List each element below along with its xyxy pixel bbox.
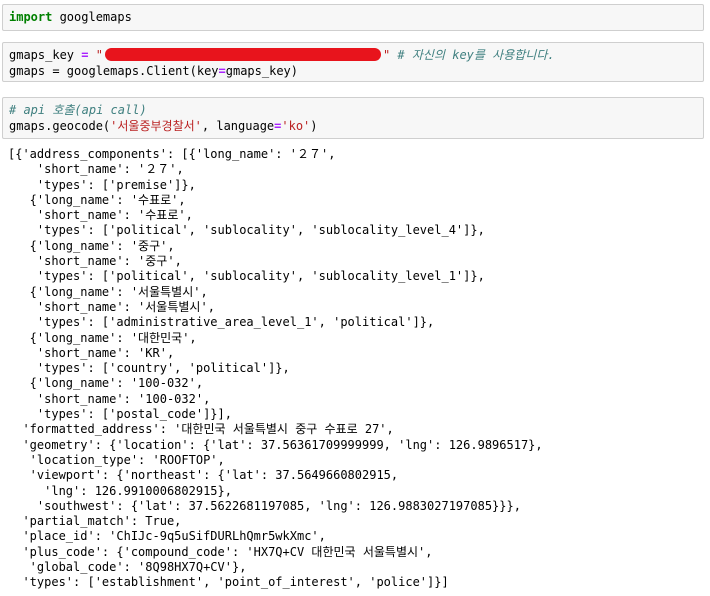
output-line: 'types': ['administrative_area_level_1',… xyxy=(8,315,435,330)
output-line: 'viewport': {'northeast': {'lat': 37.564… xyxy=(8,468,399,483)
output-line: 'formatted_address': '대한민국 서울특별시 중구 수표로 … xyxy=(8,422,394,437)
output-line: 'location_type': 'ROOFTOP', xyxy=(8,452,225,467)
code-text: gmaps_key) xyxy=(225,64,298,78)
variable-name: gmaps_key xyxy=(9,48,75,62)
output-line: 'short_name': '중구', xyxy=(8,254,182,269)
output-line: 'short_name': '서울특별시', xyxy=(8,299,215,314)
output-line: 'global_code': '8Q98HX7Q+CV'}, xyxy=(8,560,247,575)
code-text: , language xyxy=(201,119,275,133)
output-line: 'types': ['premise']}, xyxy=(8,177,196,192)
code-cell-client[interactable]: gmaps_key = " " # 자신의 key를 사용합니다. gmaps =… xyxy=(2,42,704,82)
output-line: 'southwest': {'lat': 37.5622681197085, '… xyxy=(8,498,521,513)
output-line: 'lng': 126.9910006802915}, xyxy=(8,483,232,498)
code-comment: # api 호출(api call) xyxy=(9,103,147,117)
output-line: 'types': ['political', 'sublocality', 's… xyxy=(8,269,485,284)
output-line: 'types': ['postal_code']}], xyxy=(8,407,232,422)
code-line-geocode: gmaps.geocode('서울중부경찰서', language='ko') xyxy=(9,119,318,134)
output-line: 'short_name': '수표로', xyxy=(8,208,193,223)
code-text: ) xyxy=(310,119,318,133)
string-literal: '서울중부경찰서' xyxy=(110,119,202,133)
output-line: 'short_name': '100-032', xyxy=(8,391,211,406)
code-comment: # 자신의 key를 사용합니다. xyxy=(397,48,555,62)
output-line: {'long_name': '중구', xyxy=(8,238,175,253)
output-line: 'short_name': '２７', xyxy=(8,162,184,177)
output-line: {'long_name': '대한민국', xyxy=(8,330,197,345)
output-line: 'place_id': 'ChIJc-9q5uSifDURLhQmr5wkXmc… xyxy=(8,529,326,544)
output-line: {'long_name': '수표로', xyxy=(8,192,186,207)
code-cell-geocode[interactable]: # api 호출(api call) gmaps.geocode('서울중부경찰… xyxy=(2,97,704,139)
output-line: {'long_name': '100-032', xyxy=(8,376,204,391)
keyword-import: import xyxy=(9,10,53,24)
string-literal: 'ko' xyxy=(281,119,311,133)
cell-output: [{'address_components': [{'long_name': '… xyxy=(8,147,543,591)
code-text: gmaps = googlemaps.Client(key xyxy=(9,64,219,78)
code-line: import googlemaps xyxy=(9,10,132,25)
output-line: 'short_name': 'KR', xyxy=(8,345,175,360)
assign-operator: = xyxy=(74,48,96,62)
output-line: 'plus_code': {'compound_code': 'HX7Q+CV … xyxy=(8,544,433,559)
code-line-client: gmaps = googlemaps.Client(key=gmaps_key) xyxy=(9,64,298,79)
code-line-comment: # api 호출(api call) xyxy=(9,103,147,118)
output-line: 'geometry': {'location': {'lat': 37.5636… xyxy=(8,437,543,452)
string-quote-open: " xyxy=(95,48,103,62)
output-line: [{'address_components': [{'long_name': '… xyxy=(8,147,336,161)
redaction-mark xyxy=(104,48,381,61)
output-line: 'types': ['political', 'sublocality', 's… xyxy=(8,223,485,238)
module-name: googlemaps xyxy=(52,10,132,24)
output-line: 'types': ['country', 'political']}, xyxy=(8,361,290,376)
code-cell-import[interactable]: import googlemaps xyxy=(2,4,704,31)
output-line: 'types': ['establishment', 'point_of_int… xyxy=(8,575,449,590)
code-text: gmaps.geocode( xyxy=(9,119,111,133)
assign-operator: = xyxy=(218,64,226,78)
output-line: 'partial_match': True, xyxy=(8,514,182,529)
string-quote-close: " xyxy=(382,48,391,62)
output-line: {'long_name': '서울특별시', xyxy=(8,284,208,299)
code-line-key: gmaps_key = " " # 자신의 key를 사용합니다. xyxy=(9,48,555,63)
